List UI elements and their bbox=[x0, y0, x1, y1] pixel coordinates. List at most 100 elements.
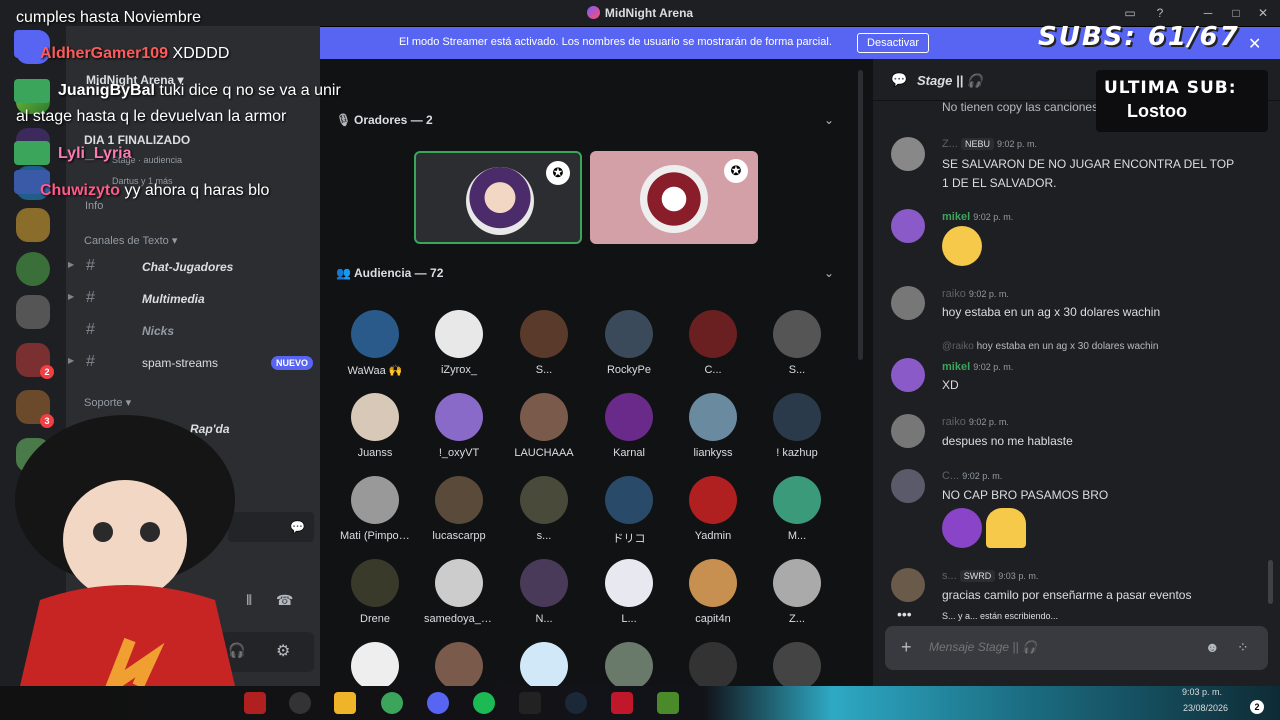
audience-member[interactable] bbox=[594, 642, 664, 690]
audience-member[interactable]: LAUCHAAA bbox=[509, 393, 579, 459]
message-author[interactable]: C... 9:02 p. m. bbox=[942, 470, 1002, 482]
info-category[interactable]: Info bbox=[85, 200, 103, 212]
chevron-down-icon[interactable]: ⌄ bbox=[824, 266, 834, 280]
discord-badge-icon bbox=[14, 30, 42, 58]
message-input[interactable] bbox=[929, 640, 1179, 654]
message-text: XD bbox=[942, 378, 959, 392]
server-icon[interactable] bbox=[16, 252, 50, 286]
audience-member[interactable]: Z... bbox=[762, 559, 832, 625]
audience-member[interactable]: M... bbox=[762, 476, 832, 542]
message-text: gracias camilo por enseñarme a pasar eve… bbox=[942, 588, 1192, 602]
minimize-icon[interactable]: ─ bbox=[1199, 4, 1217, 22]
channel-spam-streams[interactable]: ▶ # spam-streams NUEVO bbox=[68, 351, 314, 375]
audience-member[interactable] bbox=[509, 642, 579, 690]
help-icon[interactable]: ? bbox=[1151, 4, 1169, 22]
chat-bubble-icon[interactable]: 💬 bbox=[290, 520, 305, 534]
speaker-tile[interactable]: ✪ bbox=[590, 151, 758, 244]
avatar[interactable] bbox=[891, 568, 925, 602]
apps-icon[interactable]: ⁘ bbox=[1237, 639, 1249, 656]
audience-member[interactable] bbox=[424, 642, 494, 690]
avatar bbox=[689, 393, 737, 441]
avatar[interactable] bbox=[891, 286, 925, 320]
minecraft-icon[interactable] bbox=[657, 692, 679, 714]
audience-member[interactable]: Karnal bbox=[594, 393, 664, 459]
chevron-down-icon[interactable]: ⌄ bbox=[824, 113, 834, 127]
maximize-icon[interactable]: □ bbox=[1227, 4, 1245, 22]
banner-close-icon[interactable]: ✕ bbox=[1248, 34, 1261, 54]
message-author[interactable]: raiko 9:02 p. m. bbox=[942, 416, 1009, 428]
audience-member[interactable]: liankyss bbox=[678, 393, 748, 459]
audience-member[interactable]: lucascarpp bbox=[424, 476, 494, 542]
message-author[interactable]: mikel 9:02 p. m. bbox=[942, 361, 1013, 373]
audience-member[interactable]: RockyPe bbox=[594, 310, 664, 376]
emoji-picker-icon[interactable]: ☻ bbox=[1205, 639, 1220, 655]
audience-member[interactable]: N... bbox=[509, 559, 579, 625]
channel-chat-jugadores[interactable]: ▶ # Chat-Jugadores bbox=[68, 255, 310, 279]
steam-icon[interactable] bbox=[565, 692, 587, 714]
epic-games-icon[interactable] bbox=[519, 692, 541, 714]
mention-badge: 2 bbox=[40, 365, 54, 379]
chat-bubble-icon: 💬 bbox=[891, 72, 908, 87]
disable-streamer-button[interactable]: Desactivar bbox=[857, 33, 929, 53]
audience-member[interactable]: C... bbox=[678, 310, 748, 376]
close-icon[interactable]: ✕ bbox=[1254, 4, 1272, 22]
server-icon[interactable] bbox=[16, 295, 50, 329]
message-author[interactable]: raiko 9:02 p. m. bbox=[942, 288, 1009, 300]
channel-nicks[interactable]: # Nicks bbox=[80, 319, 310, 343]
audience-member[interactable]: S... bbox=[509, 310, 579, 376]
audience-member[interactable] bbox=[678, 642, 748, 690]
xbox-icon[interactable] bbox=[381, 692, 403, 714]
category-text-channels[interactable]: Canales de Texto ▾ bbox=[84, 234, 177, 247]
clock-time[interactable]: 9:03 p. m. bbox=[1170, 687, 1222, 697]
app-icon[interactable] bbox=[611, 692, 633, 714]
avatar[interactable] bbox=[891, 414, 925, 448]
message-author[interactable]: Z... NEBU 9:02 p. m. bbox=[942, 138, 1037, 150]
audience-member[interactable]: ドリコ bbox=[594, 476, 664, 546]
avatar[interactable] bbox=[891, 209, 925, 243]
audience-header[interactable]: 👥 Audiencia — 72 bbox=[336, 266, 443, 280]
stage-scrollbar[interactable] bbox=[858, 70, 863, 360]
audience-member[interactable]: S... bbox=[762, 310, 832, 376]
message-author[interactable]: s... SWRD 9:03 p. m. bbox=[942, 570, 1038, 582]
valorant-icon[interactable] bbox=[244, 692, 266, 714]
audience-member[interactable]: Juanss bbox=[340, 393, 410, 459]
audience-member[interactable] bbox=[762, 642, 832, 690]
audience-member[interactable]: Mati (Pimpollo) bbox=[340, 476, 410, 542]
file-explorer-icon[interactable] bbox=[334, 692, 356, 714]
message-text: despues no me hablaste bbox=[942, 434, 1073, 448]
message-composer[interactable]: + ☻ ⁘ bbox=[885, 626, 1268, 670]
audience-member[interactable]: ! kazhup bbox=[762, 393, 832, 459]
audience-member[interactable]: WaWaa 🙌 bbox=[340, 310, 410, 377]
avatar[interactable] bbox=[891, 137, 925, 171]
server-icon[interactable] bbox=[16, 208, 50, 242]
obs-icon[interactable] bbox=[289, 692, 311, 714]
spotify-icon[interactable] bbox=[473, 692, 495, 714]
speaker-tile[interactable]: ✪ bbox=[414, 151, 582, 244]
speakers-header[interactable]: 🎙 Oradores — 2 bbox=[336, 113, 433, 127]
inbox-icon[interactable]: ▭ bbox=[1121, 4, 1139, 22]
audience-member[interactable]: Yadmin bbox=[678, 476, 748, 542]
notification-count[interactable]: 2 bbox=[1250, 700, 1264, 714]
disconnect-icon[interactable]: ☎ bbox=[276, 592, 293, 609]
message-text: hoy estaba en un ag x 30 dolares wachin bbox=[942, 305, 1161, 319]
audience-member[interactable]: samedoya_x2... bbox=[424, 559, 494, 625]
audience-member[interactable]: Drene bbox=[340, 559, 410, 625]
category-support[interactable]: Soporte ▾ bbox=[84, 396, 131, 409]
audience-member[interactable]: L... bbox=[594, 559, 664, 625]
audience-member[interactable]: iZyrox_ bbox=[424, 310, 494, 376]
add-attachment-icon[interactable]: + bbox=[901, 637, 912, 658]
settings-gear-icon[interactable]: ⚙ bbox=[276, 641, 290, 661]
audience-member[interactable] bbox=[340, 642, 410, 690]
discord-taskbar-icon[interactable] bbox=[427, 692, 449, 714]
message-author[interactable]: mikel 9:02 p. m. bbox=[942, 211, 1013, 223]
audience-member[interactable]: capit4n bbox=[678, 559, 748, 625]
clock-date[interactable]: 23/08/2026 bbox=[1170, 703, 1228, 713]
chat-scrollbar[interactable] bbox=[1268, 560, 1273, 604]
reply-preview[interactable]: @raiko hoy estaba en un ag x 30 dolares … bbox=[942, 341, 1158, 352]
moderator-badge-icon: ✪ bbox=[724, 159, 748, 183]
channel-multimedia[interactable]: ▶ # Multimedia bbox=[68, 287, 310, 311]
audience-member[interactable]: !_oxyVT bbox=[424, 393, 494, 459]
audience-member[interactable]: s... bbox=[509, 476, 579, 542]
avatar[interactable] bbox=[891, 358, 925, 392]
avatar[interactable] bbox=[891, 469, 925, 503]
